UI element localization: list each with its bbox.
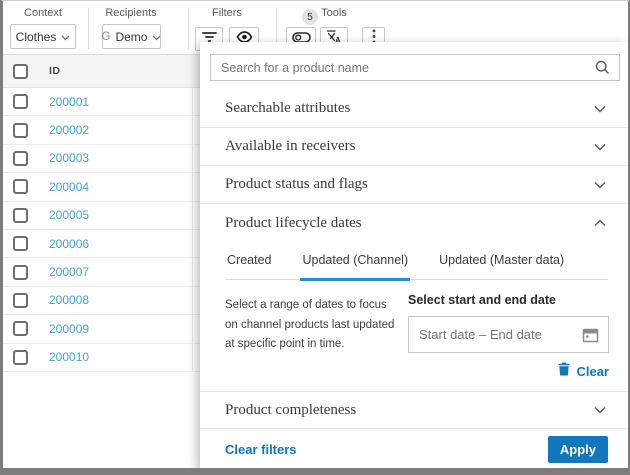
table-row: 200002 bbox=[3, 116, 200, 144]
chevron-down-icon bbox=[594, 176, 606, 194]
lifecycle-description: Select a range of dates to focus on chan… bbox=[225, 296, 397, 355]
product-id-link[interactable]: 200001 bbox=[49, 95, 89, 109]
date-range-group: Select start and end date Clear bbox=[408, 293, 609, 381]
chevron-down-icon bbox=[61, 30, 70, 44]
product-table: ID 200001 200002 200003 200004 200005 20… bbox=[3, 55, 200, 372]
chevron-down-icon bbox=[594, 401, 606, 419]
chevron-down-icon bbox=[594, 100, 606, 118]
toolbar-divider bbox=[188, 8, 189, 49]
search-input[interactable] bbox=[211, 61, 595, 75]
table-row: 200007 bbox=[3, 258, 200, 286]
context-dropdown[interactable]: Clothes bbox=[10, 24, 76, 49]
row-checkbox[interactable] bbox=[13, 236, 28, 251]
product-id-link[interactable]: 200002 bbox=[49, 123, 89, 137]
section-product-status-and-flags[interactable]: Product status and flags bbox=[200, 166, 628, 204]
search-icon[interactable] bbox=[595, 60, 619, 75]
table-row: 200006 bbox=[3, 230, 200, 258]
row-checkbox[interactable] bbox=[13, 293, 28, 308]
row-checkbox[interactable] bbox=[13, 151, 28, 166]
table-header-row: ID bbox=[3, 55, 200, 88]
date-range-field bbox=[408, 316, 609, 353]
chevron-up-icon bbox=[594, 214, 606, 232]
row-checkbox[interactable] bbox=[13, 208, 28, 223]
row-checkbox[interactable] bbox=[13, 321, 28, 336]
product-id-link[interactable]: 200006 bbox=[49, 237, 89, 251]
chevron-down-icon bbox=[594, 138, 606, 156]
product-id-link[interactable]: 200008 bbox=[49, 293, 89, 307]
product-id-link[interactable]: 200004 bbox=[49, 180, 89, 194]
row-checkbox[interactable] bbox=[13, 94, 28, 109]
select-all-checkbox[interactable] bbox=[13, 64, 28, 79]
date-range-label: Select start and end date bbox=[408, 293, 609, 307]
chevron-down-icon bbox=[152, 30, 161, 44]
product-search bbox=[210, 54, 620, 81]
clear-dates-button[interactable]: Clear bbox=[408, 362, 609, 381]
recipients-label: Recipients bbox=[100, 7, 162, 19]
table-row: 200010 bbox=[3, 344, 200, 372]
clear-filters-link[interactable]: Clear filters bbox=[225, 442, 297, 457]
row-checkbox[interactable] bbox=[13, 123, 28, 138]
tab-updated-channel[interactable]: Updated (Channel) bbox=[300, 244, 410, 279]
context-value: Clothes bbox=[16, 30, 57, 44]
id-column-header: ID bbox=[37, 65, 60, 77]
row-checkbox[interactable] bbox=[13, 350, 28, 365]
app-window: Context Clothes Recipients G Demo Filter… bbox=[0, 0, 630, 475]
tab-created[interactable]: Created bbox=[225, 244, 273, 279]
product-id-link[interactable]: 200010 bbox=[49, 350, 89, 364]
panel-footer: Clear filters Apply bbox=[200, 430, 628, 468]
recipient-avatar: G bbox=[102, 31, 111, 43]
recipients-dropdown[interactable]: G Demo bbox=[102, 24, 161, 49]
table-row: 200009 bbox=[3, 315, 200, 343]
recipients-value: Demo bbox=[115, 30, 147, 44]
lifecycle-tabs: Created Updated (Channel) Updated (Maste… bbox=[225, 244, 608, 280]
section-product-completeness[interactable]: Product completeness bbox=[200, 391, 628, 429]
product-id-link[interactable]: 200003 bbox=[49, 151, 89, 165]
calendar-icon[interactable] bbox=[582, 327, 608, 343]
section-product-lifecycle-dates[interactable]: Product lifecycle dates bbox=[200, 204, 628, 242]
product-id-link[interactable]: 200007 bbox=[49, 265, 89, 279]
toolbar-divider bbox=[88, 8, 89, 49]
section-searchable-attributes[interactable]: Searchable attributes bbox=[200, 90, 628, 128]
filter-count-badge: 5 bbox=[302, 9, 318, 25]
trash-icon bbox=[558, 362, 570, 381]
filter-panel: Searchable attributes Available in recei… bbox=[200, 42, 628, 468]
date-range-input[interactable] bbox=[409, 327, 582, 342]
product-id-link[interactable]: 200005 bbox=[49, 208, 89, 222]
row-checkbox[interactable] bbox=[13, 179, 28, 194]
table-row: 200003 bbox=[3, 145, 200, 173]
filters-label: Filters bbox=[195, 7, 259, 19]
apply-button[interactable]: Apply bbox=[548, 436, 608, 463]
context-label: Context bbox=[10, 7, 76, 19]
table-row: 200004 bbox=[3, 173, 200, 201]
table-row: 200001 bbox=[3, 88, 200, 116]
table-row: 200008 bbox=[3, 287, 200, 315]
table-row: 200005 bbox=[3, 202, 200, 230]
product-id-link[interactable]: 200009 bbox=[49, 322, 89, 336]
row-checkbox[interactable] bbox=[13, 265, 28, 280]
tab-updated-master-data[interactable]: Updated (Master data) bbox=[437, 244, 566, 279]
section-available-in-receivers[interactable]: Available in receivers bbox=[200, 128, 628, 166]
